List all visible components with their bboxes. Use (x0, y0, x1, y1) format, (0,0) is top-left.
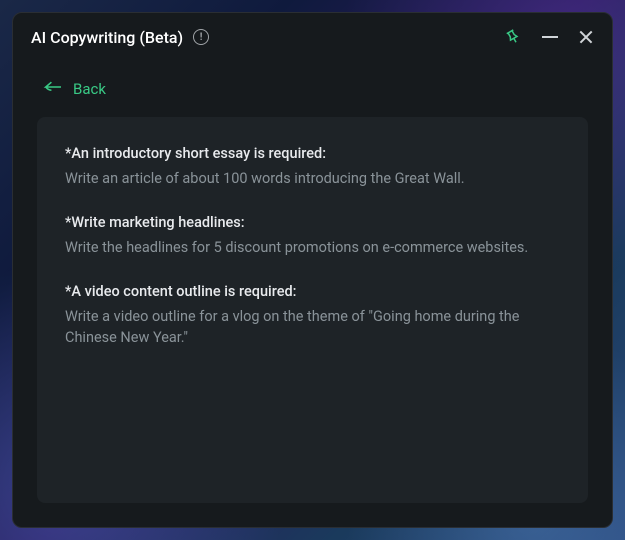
minimize-button[interactable] (542, 29, 558, 45)
back-button[interactable]: Back (13, 61, 612, 117)
example-title: *A video content outline is required: (65, 283, 560, 300)
window-title: AI Copywriting (Beta) (31, 28, 183, 47)
example-item[interactable]: *Write marketing headlines: Write the he… (65, 214, 560, 259)
info-icon[interactable]: ! (193, 29, 209, 45)
example-description: Write an article of about 100 words intr… (65, 168, 560, 190)
example-title: *An introductory short essay is required… (65, 145, 560, 162)
back-label: Back (73, 80, 106, 98)
window-controls (504, 28, 594, 46)
example-description: Write a video outline for a vlog on the … (65, 306, 560, 350)
example-description: Write the headlines for 5 discount promo… (65, 237, 560, 259)
titlebar: AI Copywriting (Beta) ! (13, 13, 612, 61)
examples-panel: *An introductory short essay is required… (37, 117, 588, 503)
pin-icon[interactable] (501, 25, 526, 50)
close-button[interactable] (578, 29, 594, 45)
example-title: *Write marketing headlines: (65, 214, 560, 231)
app-window: AI Copywriting (Beta) ! Back * (12, 12, 613, 528)
example-item[interactable]: *An introductory short essay is required… (65, 145, 560, 190)
example-item[interactable]: *A video content outline is required: Wr… (65, 283, 560, 350)
back-arrow-icon (43, 79, 63, 99)
